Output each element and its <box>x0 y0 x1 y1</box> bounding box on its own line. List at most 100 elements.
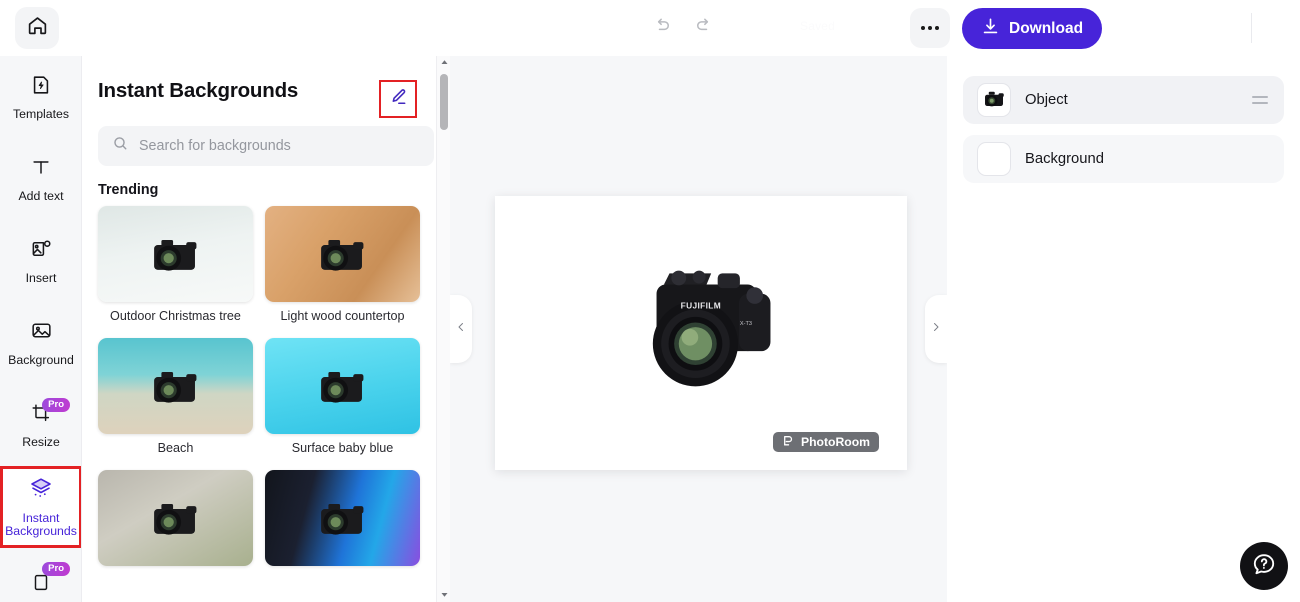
layer-row-object[interactable]: Object <box>963 76 1284 124</box>
svg-text:X-T3: X-T3 <box>740 321 752 327</box>
instant-backgrounds-layers-icon <box>29 476 53 505</box>
sidebar-item-resize[interactable]: Pro Resize <box>0 384 81 466</box>
layer-thumbnail <box>977 83 1011 117</box>
background-image-icon <box>30 319 53 347</box>
search-wrapper <box>82 126 450 166</box>
artboard[interactable]: FUJIFILM X-T3 PhotoRoom <box>495 196 907 470</box>
home-icon <box>27 15 48 41</box>
undo-redo-group <box>648 14 718 42</box>
undo-arrow-icon <box>652 16 672 41</box>
background-tile[interactable]: Light wood countertop <box>265 206 420 328</box>
sidebar-item-insert[interactable]: Insert <box>0 220 81 302</box>
background-thumbnail <box>265 338 420 434</box>
more-options-button[interactable] <box>910 8 950 48</box>
scroll-up-button[interactable] <box>437 56 451 70</box>
save-status-text: Saved <box>800 19 836 33</box>
scroll-down-arrow-icon <box>440 586 449 602</box>
background-tile-label: Outdoor Christmas tree <box>110 309 241 323</box>
search-box[interactable] <box>98 126 434 166</box>
scroll-up-arrow-icon <box>440 54 449 72</box>
sidebar-item-label: Background <box>8 353 74 367</box>
scrollbar-thumb[interactable] <box>440 74 448 130</box>
background-thumbnail <box>98 206 253 302</box>
photoroom-watermark: PhotoRoom <box>772 432 879 452</box>
sidebar-item-label: Add text <box>18 188 64 203</box>
more-options-icon <box>921 26 939 30</box>
camera-thumbnail <box>985 91 1004 107</box>
background-tile-label: Surface baby blue <box>291 441 394 455</box>
sidebar-item-label: Templates <box>12 106 70 121</box>
camera-thumbnail-icon <box>320 503 363 535</box>
left-tool-rail: Templates Add text Insert Background Pro… <box>0 56 82 602</box>
next-variation-button[interactable] <box>925 295 947 363</box>
undo-button[interactable] <box>648 14 676 42</box>
photoroom-logo-icon <box>782 434 795 450</box>
chevron-right-icon <box>930 320 942 338</box>
background-tiles-grid: Outdoor Christmas tree Light wood counte… <box>82 206 450 578</box>
prev-variation-button[interactable] <box>450 295 472 363</box>
camera-thumbnail-icon <box>320 371 363 403</box>
background-thumbnail <box>265 470 420 566</box>
search-icon <box>112 135 129 157</box>
sidebar-item-add-text[interactable]: Add text <box>0 138 81 220</box>
search-input[interactable] <box>139 138 420 154</box>
svg-text:FUJIFILM: FUJIFILM <box>681 300 721 310</box>
pencil-edit-icon <box>388 87 408 112</box>
background-tile[interactable] <box>98 470 253 578</box>
layer-name: Object <box>1025 92 1068 108</box>
layers-panel: Object Background <box>947 56 1300 602</box>
camera-thumbnail-icon <box>153 371 196 403</box>
background-tile-label: Light wood countertop <box>280 309 405 323</box>
layer-thumbnail <box>977 142 1011 176</box>
background-tile-label: Beach <box>157 441 194 455</box>
photoroom-watermark-label: PhotoRoom <box>800 435 870 449</box>
home-button[interactable] <box>15 7 59 49</box>
drag-handle-icon[interactable] <box>1252 96 1268 104</box>
background-tile-label <box>265 566 420 578</box>
sidebar-item-background[interactable]: Background <box>0 302 81 384</box>
background-tile[interactable]: Surface baby blue <box>265 338 420 460</box>
sidebar-item-instant-backgrounds[interactable]: Instant Backgrounds <box>0 466 81 548</box>
download-button-label: Download <box>1009 19 1084 37</box>
background-tile-label <box>98 566 253 578</box>
instant-backgrounds-panel: Instant Backgrounds Tre <box>82 56 450 602</box>
canvas-area[interactable]: FUJIFILM X-T3 PhotoRoom <box>450 56 947 602</box>
redo-button[interactable] <box>690 14 718 42</box>
background-tile[interactable]: Beach <box>98 338 253 460</box>
chevron-left-icon <box>455 320 467 338</box>
edit-prompt-button[interactable] <box>379 80 417 118</box>
insert-image-plus-icon <box>30 237 53 265</box>
camera-object[interactable]: FUJIFILM X-T3 <box>608 240 794 416</box>
panel-scrollbar[interactable] <box>436 56 450 602</box>
top-toolbar: Saved Download <box>0 0 1300 56</box>
sidebar-item-label: Instant Backgrounds <box>5 511 77 538</box>
camera-thumbnail-icon <box>153 503 196 535</box>
photoroom-editor-app: Saved Download Templates Add text Insert… <box>0 0 1300 602</box>
pro-badge: Pro <box>42 562 70 576</box>
text-t-icon <box>30 156 52 183</box>
sidebar-item-templates[interactable]: Templates <box>0 56 81 138</box>
page-title: Instant Backgrounds <box>98 79 299 102</box>
background-tile[interactable]: Outdoor Christmas tree <box>98 206 253 328</box>
camera-thumbnail-icon <box>320 239 363 271</box>
background-thumbnail <box>98 470 253 566</box>
redo-arrow-icon <box>694 16 714 41</box>
toolbar-divider <box>1251 13 1252 43</box>
background-tile[interactable] <box>265 470 420 578</box>
sidebar-item-label: Resize <box>22 434 60 449</box>
help-button[interactable] <box>1240 542 1288 590</box>
layer-row-background[interactable]: Background <box>963 135 1284 183</box>
download-button[interactable]: Download <box>962 8 1103 49</box>
page-icon <box>30 572 52 599</box>
section-title-trending: Trending <box>98 182 159 198</box>
background-thumbnail <box>98 338 253 434</box>
scroll-down-button[interactable] <box>437 588 451 602</box>
help-question-chat-icon <box>1251 551 1277 582</box>
panel-header: Instant Backgrounds <box>82 56 450 126</box>
background-thumbnail <box>265 206 420 302</box>
sidebar-item-pro-extra[interactable]: Pro <box>0 548 81 602</box>
camera-thumbnail-icon <box>153 239 196 271</box>
template-lightning-icon <box>30 74 52 101</box>
download-icon <box>981 17 1000 41</box>
layer-name: Background <box>1025 151 1104 167</box>
